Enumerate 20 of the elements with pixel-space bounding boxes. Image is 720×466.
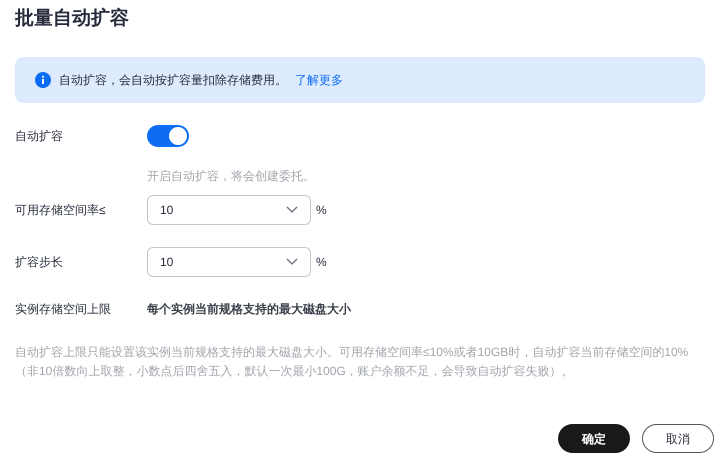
banner-text: 自动扩容，会自动按扩容量扣除存储费用。 xyxy=(59,72,287,89)
hint-text: 开启自动扩容，将会创建委托。 xyxy=(147,169,315,183)
field-label: 自动扩容 xyxy=(15,128,64,145)
dropdown-select[interactable]: 10 xyxy=(147,247,311,277)
chevron-down-icon xyxy=(286,258,298,266)
note-text: 自动扩容上限只能设置该实例当前规格支持的最大磁盘大小。可用存储空间率≤10%或者10GB时，自动扩容当前存储空间的10%（非10倍数向上取整，小数点后四舍五入，默认一次最小100G，账户余额不足，会导致自动扩容失败）。 xyxy=(15,344,690,380)
dialog-title: 批量自动扩容 xyxy=(15,6,129,31)
dropdown-select[interactable]: 10 xyxy=(147,195,311,225)
learn-more-link[interactable]: 了解更多 xyxy=(295,71,343,89)
cancel-button[interactable]: 取消 xyxy=(642,424,714,453)
confirm-button[interactable]: 确定 xyxy=(558,424,630,453)
field-label: 实例存储空间上限 xyxy=(15,301,112,318)
chevron-down-icon xyxy=(286,206,298,214)
field-label: 可用存储空间率≤ xyxy=(15,202,107,219)
toggle-switch[interactable] xyxy=(147,125,189,147)
limit-value: 每个实例当前规格支持的最大磁盘大小 xyxy=(147,301,351,318)
info-icon xyxy=(35,72,51,88)
field-label: 扩容步长 xyxy=(15,254,64,271)
unit-text: % xyxy=(316,254,327,271)
unit-text: % xyxy=(316,202,327,219)
